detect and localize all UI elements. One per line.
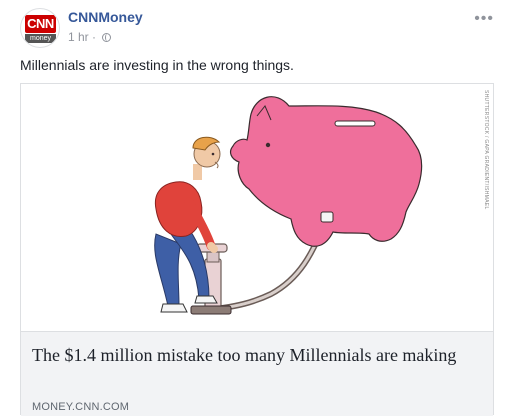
cnn-logo: CNN [25, 15, 56, 33]
more-options-icon[interactable]: ••• [474, 10, 494, 28]
globe-icon [102, 33, 112, 42]
link-image[interactable]: SHUTTERSTOCK / GAPA GRADIENT/ISHMAEL [21, 84, 493, 331]
page-name[interactable]: CNNMoney [68, 9, 143, 25]
post-header: CNN money CNNMoney 1 hr · ••• [20, 8, 502, 48]
money-logo-label: money [25, 34, 56, 43]
image-credit: SHUTTERSTOCK / GAPA GRADIENT/ISHMAEL [483, 90, 489, 210]
link-domain: MONEY.CNN.COM [32, 401, 130, 413]
post-time[interactable]: 1 hr [68, 30, 89, 44]
avatar[interactable]: CNN money [20, 8, 60, 48]
link-title[interactable]: The $1.4 million mistake too many Millen… [32, 344, 472, 366]
piggy-bank-illustration [154, 96, 423, 315]
link-preview-card[interactable]: SHUTTERSTOCK / GAPA GRADIENT/ISHMAEL The… [20, 83, 494, 416]
post-text: Millennials are investing in the wrong t… [20, 57, 294, 73]
link-caption[interactable]: The $1.4 million mistake too many Millen… [21, 331, 493, 416]
post-meta: 1 hr · [68, 30, 112, 44]
meta-separator: · [92, 30, 97, 44]
